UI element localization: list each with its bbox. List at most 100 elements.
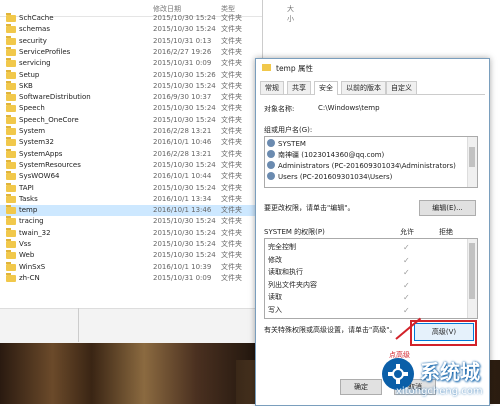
check-icon: ✓	[403, 305, 410, 315]
file-date: 2016/10/1 13:46	[153, 206, 212, 215]
check-icon: ✓	[403, 268, 410, 277]
tab-general[interactable]: 常规	[260, 81, 284, 94]
file-name: SKB	[19, 81, 33, 90]
object-name-label: 对象名称:	[264, 105, 295, 113]
file-row[interactable]: SystemResources 2015/10/30 15:24 文件夹	[0, 159, 262, 171]
file-row[interactable]: System 2016/2/28 13:21 文件夹	[0, 126, 262, 137]
file-date: 2015/10/30 15:24	[153, 25, 216, 34]
highlight-box	[410, 320, 477, 346]
file-row[interactable]: Speech_OneCore 2015/10/30 15:24 文件夹	[0, 114, 262, 126]
perm-row: 修改	[268, 255, 282, 264]
file-row[interactable]: SystemApps 2016/2/28 13:21 文件夹	[0, 148, 262, 160]
ok-button[interactable]: 确定	[340, 379, 382, 395]
watermark-brand: 系统城	[420, 360, 480, 384]
file-row[interactable]: schemas 2015/10/30 15:24 文件夹	[0, 24, 262, 35]
file-type: 文件夹	[221, 115, 242, 124]
tab-security[interactable]: 安全	[314, 81, 338, 95]
folder-icon	[6, 58, 16, 68]
file-row[interactable]: twain_32 2015/10/30 15:24 文件夹	[0, 227, 262, 239]
file-row[interactable]: servicing 2015/10/31 0:09 文件夹	[0, 58, 262, 69]
perm-scrollbar[interactable]	[467, 239, 477, 318]
user-item[interactable]: Administrators (PC-201609301034\Administ…	[267, 161, 456, 172]
user-item[interactable]: Users (PC-201609301034\Users)	[267, 172, 392, 183]
file-date: 2015/10/30 15:24	[153, 81, 216, 90]
file-row[interactable]: SoftwareDistribution 2016/9/30 10:37 文件夹	[0, 92, 262, 103]
file-type: 文件夹	[221, 59, 242, 68]
file-row[interactable]: tracing 2015/10/30 15:24 文件夹	[0, 216, 262, 227]
file-row[interactable]: SchCache 2015/10/30 15:24 文件夹	[0, 13, 262, 24]
file-type: 文件夹	[221, 149, 242, 158]
dialog-titlebar[interactable]: temp 属性	[256, 59, 489, 77]
user-item[interactable]: 南神疆 (1023014360@qq.com)	[267, 150, 384, 161]
file-date: 2016/2/28 13:21	[153, 127, 212, 135]
folder-icon	[6, 239, 16, 248]
folder-icon	[6, 24, 16, 34]
file-date: 2016/9/30 10:37	[153, 93, 212, 102]
file-name: System32	[19, 138, 55, 147]
perm-row: 写入	[268, 305, 282, 314]
folder-icon	[6, 205, 16, 215]
file-type: 文件夹	[221, 160, 242, 169]
file-name: Speech_OneCore	[19, 115, 79, 124]
file-type: 文件夹	[221, 25, 242, 34]
perm-row: 完全控制	[268, 243, 296, 251]
allow-header: 允许	[400, 228, 414, 236]
user-icon	[267, 150, 275, 158]
file-row[interactable]: ServiceProfiles 2016/2/27 19:26 文件夹	[0, 46, 262, 58]
folder-icon	[6, 114, 16, 124]
user-item[interactable]: SYSTEM	[267, 139, 306, 150]
tab-previous-versions[interactable]: 以前的版本	[341, 81, 386, 94]
column-size[interactable]: 大小	[287, 4, 294, 24]
change-perm-text: 要更改权限，请单击"编辑"。	[264, 204, 355, 212]
file-type: 文件夹	[221, 194, 242, 203]
perm-row: 读取	[268, 293, 282, 301]
file-name: Setup	[19, 70, 40, 79]
file-name: WinSxS	[19, 262, 46, 271]
file-name: schemas	[19, 25, 50, 34]
file-type: 文件夹	[221, 47, 242, 56]
tab-sharing[interactable]: 共享	[287, 81, 311, 94]
file-date: 2015/10/30 15:24	[153, 160, 216, 169]
file-name: System	[19, 127, 46, 135]
file-date: 2016/2/27 19:26	[153, 47, 212, 56]
users-scrollbar[interactable]	[467, 137, 477, 187]
file-row[interactable]: Tasks 2016/10/1 13:34 文件夹	[0, 193, 262, 205]
background-photo	[0, 343, 262, 404]
file-row[interactable]: security 2015/10/31 0:13 文件夹	[0, 35, 262, 47]
file-date: 2015/10/30 15:26	[153, 70, 216, 79]
file-row[interactable]: SKB 2015/10/30 15:24 文件夹	[0, 80, 262, 92]
file-type: 文件夹	[221, 14, 242, 22]
permissions-list: 完全控制 修改 读取和执行 列出文件夹内容 读取 写入 ✓ ✓ ✓ ✓ ✓ ✓	[264, 238, 478, 319]
file-row[interactable]: System32 2016/10/1 10:46 文件夹	[0, 137, 262, 148]
file-date: 2015/10/30 15:24	[153, 14, 216, 22]
user-group-icon	[267, 161, 275, 169]
tab-bar: 常规 共享 安全 以前的版本 自定义	[260, 81, 485, 95]
edit-button[interactable]: 编辑(E)...	[419, 200, 476, 216]
folder-icon	[6, 171, 16, 181]
perm-header: SYSTEM 的权限(P)	[264, 228, 325, 236]
file-row[interactable]: Speech 2015/10/30 15:24 文件夹	[0, 103, 262, 114]
file-row[interactable]: SysWOW64 2016/10/1 10:44 文件夹	[0, 171, 262, 182]
file-type: 文件夹	[221, 70, 242, 79]
file-name: zh-CN	[19, 273, 40, 282]
file-row[interactable]: temp 2016/10/1 13:46 文件夹	[0, 205, 262, 217]
watermark-url: xitongcheng.com	[396, 386, 483, 397]
file-row[interactable]: zh-CN 2015/10/31 0:09 文件夹	[0, 272, 262, 284]
file-row[interactable]: Vss 2015/10/30 15:24 文件夹	[0, 239, 262, 250]
file-date: 2015/10/30 15:24	[153, 217, 216, 226]
file-row[interactable]: WinSxS 2016/10/1 10:39 文件夹	[0, 261, 262, 273]
folder-icon	[262, 64, 271, 71]
folder-icon	[6, 126, 16, 135]
file-row[interactable]: TAPI 2015/10/30 15:24 文件夹	[0, 182, 262, 194]
file-name: ServiceProfiles	[19, 47, 71, 56]
file-name: SoftwareDistribution	[19, 93, 91, 102]
file-name: servicing	[19, 59, 51, 68]
folder-icon	[6, 103, 16, 113]
file-name: SystemApps	[19, 149, 63, 158]
object-name-value: C:\Windows\temp	[318, 104, 380, 112]
file-date: 2016/2/28 13:21	[153, 149, 212, 158]
tab-customize[interactable]: 自定义	[386, 81, 417, 94]
watermark: 系统城 xitongcheng.com	[380, 356, 500, 404]
file-row[interactable]: Setup 2015/10/30 15:26 文件夹	[0, 69, 262, 81]
file-row[interactable]: Web 2015/10/30 15:24 文件夹	[0, 250, 262, 261]
